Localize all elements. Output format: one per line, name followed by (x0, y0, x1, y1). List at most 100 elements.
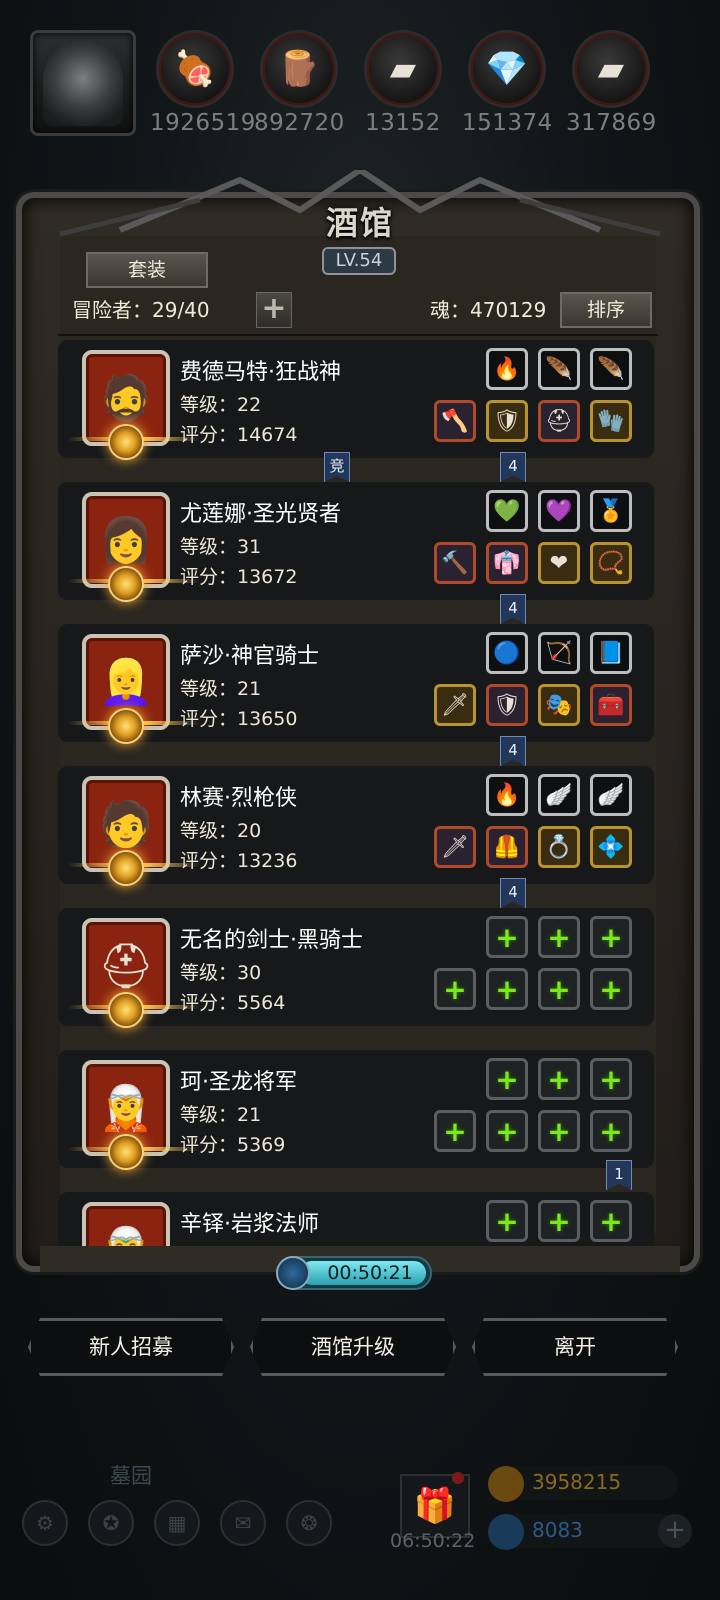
upgrade-tavern-button[interactable]: 酒馆升级 (250, 1318, 456, 1376)
claw-icon[interactable]: 🪶 (590, 348, 632, 390)
hero-name: 费德马特·狂战神 (180, 360, 341, 385)
add-equipment-icon[interactable]: + (538, 1058, 580, 1100)
helmet-icon[interactable]: ⛑ (538, 400, 580, 442)
jade-icon[interactable]: 💠 (590, 826, 632, 868)
purple-gem-icon[interactable]: 💜 (538, 490, 580, 532)
hero-score: 评分：13236 (180, 850, 298, 872)
add-equipment-icon[interactable]: + (486, 1110, 528, 1152)
medal-icon[interactable]: 🏅 (590, 490, 632, 532)
bow-icon[interactable]: 🏹 (538, 632, 580, 674)
notification-dot (452, 1472, 464, 1484)
add-equipment-icon[interactable]: + (434, 968, 476, 1010)
add-equipment-icon[interactable]: + (434, 1110, 476, 1152)
book-icon[interactable]: 📘 (590, 632, 632, 674)
add-currency-button[interactable]: + (658, 1514, 692, 1548)
hero-level: 等级：31 (180, 536, 262, 558)
spear-icon[interactable]: 🗡 (434, 684, 476, 726)
sort-button[interactable]: 排序 (560, 292, 652, 328)
equipment-set-button[interactable]: 套装 (86, 252, 208, 288)
mail-icon[interactable]: ✉ (220, 1500, 266, 1546)
add-equipment-icon[interactable]: + (486, 968, 528, 1010)
add-equipment-icon[interactable]: + (486, 916, 528, 958)
add-equipment-icon[interactable]: + (590, 1058, 632, 1100)
add-equipment-icon[interactable]: + (590, 916, 632, 958)
gem-counter[interactable]: 8083 (488, 1514, 678, 1550)
count-tag: 4 (500, 452, 526, 482)
armor-icon[interactable]: 🛡 (486, 684, 528, 726)
gauntlet-icon[interactable]: 🧤 (590, 400, 632, 442)
mask-icon[interactable]: 🎭 (538, 684, 580, 726)
resource-iron[interactable]: ▰ 13152 (358, 30, 448, 136)
player-avatar[interactable] (30, 30, 136, 136)
blue-orb-icon[interactable]: 🔵 (486, 632, 528, 674)
rank-emblem-icon (108, 566, 144, 602)
leave-button[interactable]: 离开 (472, 1318, 678, 1376)
recruit-button[interactable]: 新人招募 (28, 1318, 234, 1376)
hero-level: 等级：21 (180, 678, 262, 700)
ring-icon[interactable]: 💍 (538, 826, 580, 868)
hero-card[interactable]: 👱‍♀️ 萨沙·神官骑士 等级：21 评分：13650 🔵 🏹 📘 🗡 🛡 🎭 … (58, 624, 654, 744)
hero-card[interactable]: 🧔 费德马特·狂战神 等级：22 评分：14674 🔥 🪶 🪶 🪓 🛡 ⛑ 🧤 (58, 340, 654, 460)
green-armor-icon[interactable]: 🦺 (486, 826, 528, 868)
resource-value: 317869 (566, 110, 657, 136)
add-equipment-icon[interactable]: + (590, 1200, 632, 1242)
fire-rune-icon[interactable]: 🔥 (486, 774, 528, 816)
resource-wood[interactable]: 🪵 892720 (254, 30, 344, 136)
adventurer-count: 冒险者：29/40 (72, 298, 210, 322)
location-label: 墓园 (110, 1464, 152, 1488)
resource-crystal[interactable]: 💎 151374 (462, 30, 552, 136)
axe-icon[interactable]: 🪓 (434, 400, 476, 442)
add-equipment-icon[interactable]: + (590, 968, 632, 1010)
hero-score: 评分：13650 (180, 708, 298, 730)
map-icon[interactable]: ❂ (286, 1500, 332, 1546)
add-equipment-icon[interactable]: + (538, 916, 580, 958)
hero-name: 尤莲娜·圣光贤者 (180, 502, 341, 527)
hero-name: 辛铎·岩浆法师 (180, 1212, 319, 1237)
hero-card[interactable]: 🧑 林赛·烈枪侠 等级：20 评分：13236 🔥 🪽 🪽 🗡 🦺 💍 💠 (58, 766, 654, 886)
add-equipment-icon[interactable]: + (486, 1200, 528, 1242)
add-equipment-icon[interactable]: + (538, 1200, 580, 1242)
hero-score: 评分：14674 (180, 424, 298, 446)
gold-counter[interactable]: 3958215 (488, 1466, 678, 1502)
chest-icon[interactable]: 🧰 (590, 684, 632, 726)
count-tag: 4 (500, 736, 526, 766)
resource-stone[interactable]: ▰ 317869 (566, 30, 656, 136)
gem-value: 8083 (532, 1518, 583, 1542)
resource-meat[interactable]: 🍖 1926519 (150, 30, 255, 136)
resource-value: 892720 (254, 110, 345, 136)
stone-icon: ▰ (572, 30, 650, 108)
necklace-icon[interactable]: 📿 (590, 542, 632, 584)
meat-icon: 🍖 (156, 30, 234, 108)
add-equipment-icon[interactable]: + (538, 1110, 580, 1152)
wood-icon: 🪵 (260, 30, 338, 108)
settings-icon[interactable]: ⚙ (22, 1500, 68, 1546)
green-gem-icon[interactable]: 💚 (486, 490, 528, 532)
bag-icon[interactable]: ▦ (154, 1500, 200, 1546)
robe-icon[interactable]: 👘 (486, 542, 528, 584)
hero-card[interactable]: 👩 尤莲娜·圣光贤者 等级：31 评分：13672 💚 💜 🏅 🔨 👘 ❤ 📿 (58, 482, 654, 602)
rank-emblem-icon (108, 1134, 144, 1170)
fire-rune-icon[interactable]: 🔥 (486, 348, 528, 390)
hero-card[interactable]: 🧝 珂·圣龙将军 等级：21 评分：5369 + + + + + + + (58, 1050, 654, 1170)
add-equipment-icon[interactable]: + (538, 968, 580, 1010)
wing-icon[interactable]: 🪽 (538, 774, 580, 816)
tavern-level-badge: LV.54 (322, 247, 396, 275)
hero-name: 萨沙·神官骑士 (180, 644, 319, 669)
hero-menu-icon[interactable]: ✪ (88, 1500, 134, 1546)
wing-icon[interactable]: 🪽 (590, 774, 632, 816)
armor-icon[interactable]: 🛡 (486, 400, 528, 442)
tavern-title: 酒馆 (325, 204, 394, 242)
add-slot-button[interactable]: + (256, 292, 292, 328)
add-equipment-icon[interactable]: + (590, 1110, 632, 1152)
add-equipment-icon[interactable]: + (486, 1058, 528, 1100)
lance-icon[interactable]: 🗡 (434, 826, 476, 868)
clock-icon (276, 1256, 310, 1290)
gold-coin-icon (488, 1466, 524, 1502)
hammer-icon[interactable]: 🔨 (434, 542, 476, 584)
hero-card[interactable]: ⛑ 无名的剑士·黑骑士 等级：30 评分：5564 + + + + + + + (58, 908, 654, 1028)
claw-icon[interactable]: 🪶 (538, 348, 580, 390)
heart-amulet-icon[interactable]: ❤ (538, 542, 580, 584)
hero-name: 珂·圣龙将军 (180, 1070, 297, 1095)
hero-list[interactable]: 🧔 费德马特·狂战神 等级：22 评分：14674 🔥 🪶 🪶 🪓 🛡 ⛑ 🧤 … (58, 340, 658, 1270)
hero-name: 林赛·烈枪侠 (180, 786, 297, 811)
